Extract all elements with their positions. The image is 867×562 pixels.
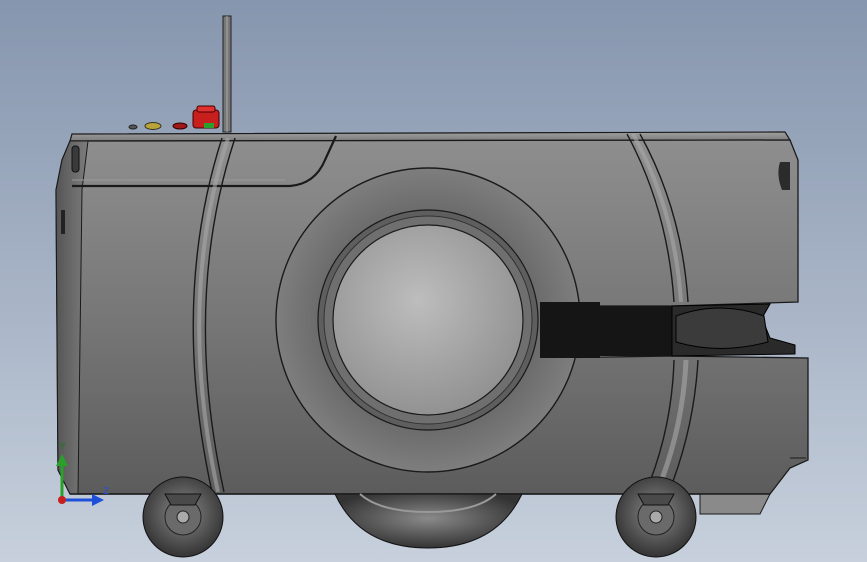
top-control-panel	[128, 105, 220, 130]
status-light-red	[172, 122, 188, 130]
triad-z-label: Z	[103, 487, 110, 497]
status-light-yellow	[144, 122, 162, 130]
drive-wheel	[334, 493, 523, 549]
robot-model-drawing[interactable]	[0, 0, 867, 562]
cad-viewport[interactable]: Y Z	[0, 0, 867, 562]
caster-wheel-right	[615, 476, 697, 558]
triad-y-label: Y	[60, 442, 66, 452]
caster-wheel-left	[142, 476, 224, 558]
left-handle	[71, 145, 80, 173]
antenna	[222, 15, 232, 133]
wheel-hub	[332, 224, 524, 416]
origin-point	[58, 496, 66, 504]
